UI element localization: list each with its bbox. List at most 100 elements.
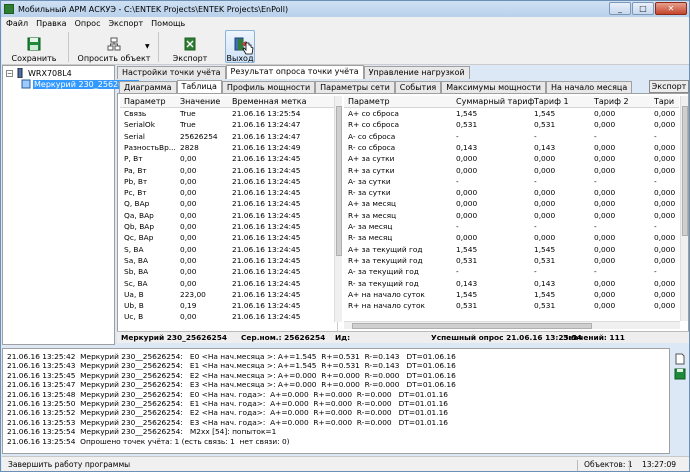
menu-help[interactable]: Помощь: [147, 19, 189, 28]
table-cell: -: [594, 267, 597, 277]
table-row[interactable]: Pa, Вт 0,00 21.06.16 13:24:45: [120, 166, 337, 177]
table-row[interactable]: Qa, ВАр 0,00 21.06.16 13:24:45: [120, 211, 337, 222]
table-cell: R- за месяц: [348, 233, 393, 243]
table-row[interactable]: Serial 25626254 21.06.16 13:24:47: [120, 132, 337, 143]
table-row[interactable]: R- за месяц 0,000 0,000 0,000 0,000: [344, 233, 679, 244]
table-row[interactable]: R+ за текущий год 0,531 0,531 0,000 0,000: [344, 256, 679, 267]
table-cell: 1,545: [456, 109, 478, 118]
tree-node-root[interactable]: − WRX708L4: [6, 68, 72, 78]
tab-month-start[interactable]: На начало месяца: [545, 81, 633, 93]
table-row[interactable]: Qc, ВАр 0,00 21.06.16 13:24:45: [120, 233, 337, 244]
poll-object-button[interactable]: Опросить объект: [74, 31, 154, 63]
column-header[interactable]: Параметр: [124, 97, 166, 106]
table-cell: 0,143: [456, 142, 478, 152]
save-button[interactable]: Сохранить: [6, 31, 62, 63]
energy-table-header: Параметр Суммарный тариф Тариф 1 Тариф 2…: [344, 96, 679, 108]
table-row[interactable]: Pc, Вт 0,00 21.06.16 13:24:45: [120, 188, 337, 199]
column-header[interactable]: Тари: [654, 97, 674, 106]
table-row[interactable]: R- за текущий год 0,143 0,143 0,000 0,000: [344, 279, 679, 290]
table-row[interactable]: A+ за сутки 0,000 0,000 0,000 0,000: [344, 154, 679, 165]
table-row[interactable]: Ua, В 223,00 21.06.16 13:24:45: [120, 290, 337, 301]
column-header[interactable]: Значение: [180, 97, 220, 106]
table-cell: -: [456, 131, 459, 141]
column-header[interactable]: Параметр: [348, 97, 390, 106]
table-row[interactable]: A- за сутки - - - -: [344, 177, 679, 188]
table-cell: 25626254: [180, 131, 218, 141]
table-row[interactable]: A- за текущий год - - - -: [344, 267, 679, 278]
minimize-button[interactable]: _: [609, 2, 631, 15]
maximize-button[interactable]: □: [632, 2, 654, 15]
title-bar[interactable]: Мобильный АРМ АСКУЭ - C:\ENTEK Projects\…: [1, 1, 689, 17]
table-cell: A- за сутки: [348, 176, 391, 186]
tab-load-control[interactable]: Управление нагрузкой: [363, 66, 470, 79]
meter-icon: [21, 79, 31, 89]
table-row[interactable]: РазностьВр... 2828 21.06.16 13:24:49: [120, 143, 337, 154]
table-row[interactable]: S, ВА 0,00 21.06.16 13:24:45: [120, 245, 337, 256]
table-row[interactable]: R+ на начало суток 0,531 0,531 0,000 0,000: [344, 301, 679, 312]
table-row[interactable]: Sb, ВА 0,00 21.06.16 13:24:45: [120, 267, 337, 278]
table-cell: 21.06.16 13:24:45: [232, 188, 301, 198]
scroll-thumb[interactable]: [682, 106, 688, 236]
table-cell: R+ за текущий год: [348, 255, 423, 265]
table-cell: 21.06.16 13:24:47: [232, 120, 301, 130]
chevron-down-icon[interactable]: ▼: [145, 43, 150, 50]
table-row[interactable]: A+ за текущий год 1,545 1,545 0,000 0,000: [344, 245, 679, 256]
table-row[interactable]: Sc, ВА 0,00 21.06.16 13:24:45: [120, 279, 337, 290]
collapse-icon[interactable]: −: [6, 69, 13, 77]
table-row[interactable]: A- со сброса - - - -: [344, 132, 679, 143]
right-vertical-scrollbar[interactable]: [680, 96, 688, 321]
close-button[interactable]: ✕: [655, 2, 687, 15]
tab-diagram[interactable]: Диаграмма: [119, 81, 177, 93]
table-row[interactable]: A+ за месяц 0,000 0,000 0,000 0,000: [344, 199, 679, 210]
table-cell: -: [654, 176, 657, 186]
export-table-button[interactable]: Экспорт: [649, 80, 689, 93]
tab-network-params[interactable]: Параметры сети: [315, 81, 395, 93]
table-row[interactable]: A- за месяц - - - -: [344, 222, 679, 233]
table-row[interactable]: A+ на начало суток 1,545 1,545 0,000 0,000: [344, 290, 679, 301]
table-row[interactable]: P, Вт 0,00 21.06.16 13:24:45: [120, 154, 337, 165]
table-row[interactable]: Sa, ВА 0,00 21.06.16 13:24:45: [120, 256, 337, 267]
save-log-icon[interactable]: [674, 368, 686, 380]
column-header[interactable]: Тариф 2: [594, 97, 629, 106]
device-name: Меркурий 230_25626254: [121, 333, 227, 342]
new-document-icon[interactable]: [674, 353, 686, 365]
menu-file[interactable]: Файл: [2, 19, 32, 28]
table-row[interactable]: Q, ВАр 0,00 21.06.16 13:24:45: [120, 199, 337, 210]
log-tools: [671, 351, 689, 381]
table-cell: -: [654, 267, 657, 277]
right-horizontal-scrollbar[interactable]: [344, 321, 680, 329]
tab-poll-result[interactable]: Результат опроса точки учёта: [225, 65, 364, 79]
table-cell: 21.06.16 13:24:45: [232, 210, 301, 220]
table-cell: R+ на начало суток: [348, 301, 425, 311]
table-row[interactable]: Pb, Вт 0,00 21.06.16 13:24:45: [120, 177, 337, 188]
export-button[interactable]: Экспорт: [170, 31, 210, 63]
scroll-thumb[interactable]: [336, 106, 342, 256]
table-row[interactable]: Qb, ВАр 0,00 21.06.16 13:24:45: [120, 222, 337, 233]
tab-table[interactable]: Таблица: [176, 80, 222, 93]
table-row[interactable]: A+ со сброса 1,545 1,545 0,000 0,000: [344, 109, 679, 120]
table-cell: 0,00: [180, 244, 197, 254]
tab-power-profile[interactable]: Профиль мощности: [221, 81, 316, 93]
column-header[interactable]: Суммарный тариф: [456, 97, 534, 106]
menu-edit[interactable]: Правка: [32, 19, 70, 28]
tab-events[interactable]: События: [394, 81, 442, 93]
menu-export[interactable]: Экспорт: [104, 19, 147, 28]
left-vertical-scrollbar[interactable]: [334, 96, 342, 322]
table-row[interactable]: Ub, В 0,19 21.06.16 13:24:45: [120, 301, 337, 312]
scroll-thumb[interactable]: [352, 323, 592, 329]
tab-power-maximums[interactable]: Максимумы мощности: [441, 81, 546, 93]
menu-bar: Файл Правка Опрос Экспорт Помощь: [2, 17, 689, 29]
table-row[interactable]: SerialOk True 21.06.16 13:24:47: [120, 120, 337, 131]
tab-settings[interactable]: Настройки точки учёта: [117, 66, 226, 79]
table-row[interactable]: Uc, В 0,00 21.06.16 13:24:45: [120, 312, 337, 323]
column-header[interactable]: Тариф 1: [534, 97, 569, 106]
column-header[interactable]: Временная метка: [232, 97, 307, 106]
table-row[interactable]: R+ за сутки 0,000 0,000 0,000 0,000: [344, 166, 679, 177]
table-row[interactable]: Связь True 21.06.16 13:25:54: [120, 109, 337, 120]
modem-icon: [17, 68, 23, 78]
table-row[interactable]: R+ за месяц 0,000 0,000 0,000 0,000: [344, 211, 679, 222]
menu-poll[interactable]: Опрос: [71, 19, 105, 28]
table-row[interactable]: R+ со сброса 0,531 0,531 0,000 0,000: [344, 120, 679, 131]
table-row[interactable]: R- со сброса 0,143 0,143 0,000 0,000: [344, 143, 679, 154]
table-row[interactable]: R- за сутки 0,000 0,000 0,000 0,000: [344, 188, 679, 199]
